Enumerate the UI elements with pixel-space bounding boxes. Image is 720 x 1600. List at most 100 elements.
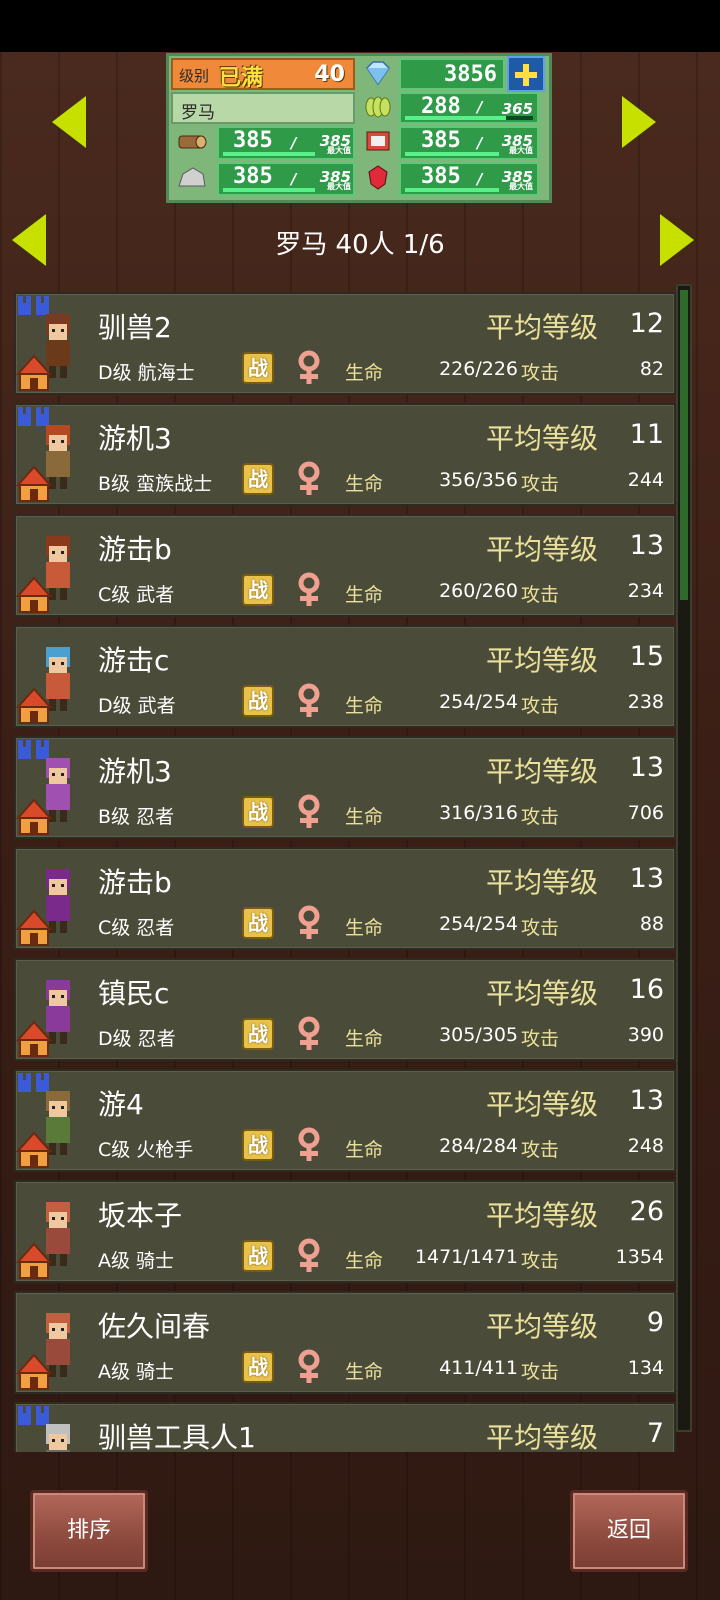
stone-cell: 385 / 385 最大值	[217, 162, 355, 196]
member-hp: 226/226	[439, 358, 518, 380]
battle-badge-icon: 战	[242, 1240, 274, 1272]
member-level: 7	[646, 1418, 664, 1449]
member-hp: 260/260	[439, 580, 518, 602]
cloth-icon	[366, 131, 390, 151]
member-name: 游机3	[98, 422, 172, 455]
member-row[interactable]: 游击b 平均等级 13 C级 武者 战 生命 260/260 攻击 234	[14, 514, 676, 617]
member-attack: 82	[639, 358, 664, 380]
member-row[interactable]: 游4 平均等级 13 C级 火枪手 战 生命 284/284 攻击 248	[14, 1069, 676, 1172]
member-name: 佐久间春	[98, 1310, 211, 1343]
member-row[interactable]: 坂本子 平均等级 26 A级 骑士 战 生命 1471/1471 攻击 1354	[14, 1180, 676, 1283]
character-avatar-icon	[16, 536, 70, 613]
hp-label: 生命	[345, 362, 384, 384]
member-row[interactable]: 驯兽工具人1 平均等级 7	[14, 1402, 676, 1452]
ruby-value: 385	[421, 164, 461, 189]
member-attack: 1354	[615, 1246, 664, 1268]
status-bar	[0, 0, 720, 52]
character-avatar-icon	[16, 1202, 70, 1279]
member-row[interactable]: 镇民c 平均等级 16 D级 忍者 战 生命 305/305 攻击 390	[14, 958, 676, 1061]
female-icon	[298, 1238, 320, 1272]
scrollbar[interactable]	[676, 284, 692, 1432]
member-grade: A级 骑士	[98, 1361, 175, 1383]
wood-value: 385	[233, 128, 273, 153]
group-icon	[18, 1406, 49, 1425]
add-gems-button[interactable]	[507, 56, 545, 92]
member-grade: D级 武者	[98, 695, 176, 717]
town-title-row: 罗马 40人 1/6	[0, 212, 720, 268]
member-level: 11	[629, 419, 664, 450]
attack-label: 攻击	[521, 806, 560, 828]
prev-town-arrow-icon[interactable]	[52, 96, 86, 148]
scrollbar-thumb[interactable]	[680, 290, 688, 600]
avg-level-label: 平均等级	[486, 422, 599, 455]
wheat-icon	[365, 96, 391, 118]
member-name: 坂本子	[98, 1199, 183, 1232]
member-grade: B级 忍者	[98, 806, 175, 828]
character-avatar-icon	[16, 296, 70, 391]
member-row[interactable]: 游击b 平均等级 13 C级 忍者 战 生命 254/254 攻击 88	[14, 847, 676, 950]
attack-label: 攻击	[521, 1250, 560, 1272]
gems-value: 3856	[444, 62, 497, 87]
next-page-arrow-icon[interactable]	[660, 214, 694, 266]
avg-level-label: 平均等级	[486, 1088, 599, 1121]
character-avatar-icon	[16, 407, 70, 502]
next-town-arrow-icon[interactable]	[622, 96, 656, 148]
ruby-cell: 385 / 385 最大值	[399, 162, 539, 196]
female-icon	[298, 572, 320, 606]
group-icon	[18, 296, 49, 315]
hp-label: 生命	[345, 584, 384, 606]
avg-level-label: 平均等级	[486, 866, 599, 899]
wood-cell: 385 / 385 最大值	[217, 126, 355, 160]
character-avatar-icon	[16, 740, 70, 835]
attack-label: 攻击	[521, 695, 560, 717]
member-row[interactable]: 游击c 平均等级 15 D级 武者 战 生命 254/254 攻击 238	[14, 625, 676, 728]
member-name: 镇民c	[98, 977, 170, 1010]
stone-max-sub: 最大值	[327, 182, 351, 191]
avg-level-label: 平均等级	[486, 1421, 599, 1452]
character-avatar-icon	[16, 1073, 70, 1168]
member-grade: D级 忍者	[98, 1028, 176, 1050]
member-list[interactable]: 驯兽2 平均等级 12 D级 航海士 战 生命 226/226 攻击 82 游机…	[14, 292, 676, 1452]
member-name: 游击c	[98, 644, 170, 677]
member-attack: 244	[627, 469, 664, 491]
character-avatar-icon	[16, 647, 70, 724]
sort-button[interactable]: 排序	[30, 1490, 148, 1572]
hp-label: 生命	[345, 806, 384, 828]
back-button[interactable]: 返回	[570, 1490, 688, 1572]
member-attack: 706	[627, 802, 664, 824]
member-hp: 316/316	[439, 802, 518, 824]
member-row[interactable]: 游机3 平均等级 13 B级 忍者 战 生命 316/316 攻击 706	[14, 736, 676, 839]
member-row[interactable]: 游机3 平均等级 11 B级 蛮族战士 战 生命 356/356 攻击 244	[14, 403, 676, 506]
female-icon	[298, 794, 320, 828]
battle-badge-icon: 战	[242, 1351, 274, 1383]
group-icon	[18, 1073, 49, 1092]
member-row[interactable]: 驯兽2 平均等级 12 D级 航海士 战 生命 226/226 攻击 82	[14, 292, 676, 395]
member-row[interactable]: 佐久间春 平均等级 9 A级 骑士 战 生命 411/411 攻击 134	[14, 1291, 676, 1394]
member-grade: C级 忍者	[98, 917, 175, 939]
attack-label: 攻击	[521, 584, 560, 606]
member-attack: 248	[627, 1135, 664, 1157]
battle-badge-icon: 战	[242, 907, 274, 939]
avg-level-label: 平均等级	[486, 1199, 599, 1232]
member-level: 13	[629, 530, 664, 561]
member-name: 游击b	[98, 866, 172, 899]
member-hp: 254/254	[439, 691, 518, 713]
level-value: 40	[314, 62, 345, 87]
member-level: 26	[629, 1196, 664, 1227]
member-hp: 356/356	[439, 469, 518, 491]
member-attack: 134	[627, 1357, 664, 1379]
avg-level-label: 平均等级	[486, 644, 599, 677]
attack-label: 攻击	[521, 917, 560, 939]
female-icon	[298, 1127, 320, 1161]
hp-label: 生命	[345, 1250, 384, 1272]
member-name: 驯兽2	[98, 311, 172, 344]
battle-badge-icon: 战	[242, 796, 274, 828]
member-attack: 238	[627, 691, 664, 713]
diamond-icon	[366, 61, 390, 86]
member-grade: C级 火枪手	[98, 1139, 194, 1161]
battle-badge-icon: 战	[242, 574, 274, 606]
member-level: 13	[629, 1085, 664, 1116]
member-name: 驯兽工具人1	[98, 1421, 256, 1452]
group-icon	[18, 407, 49, 426]
female-icon	[298, 350, 320, 384]
